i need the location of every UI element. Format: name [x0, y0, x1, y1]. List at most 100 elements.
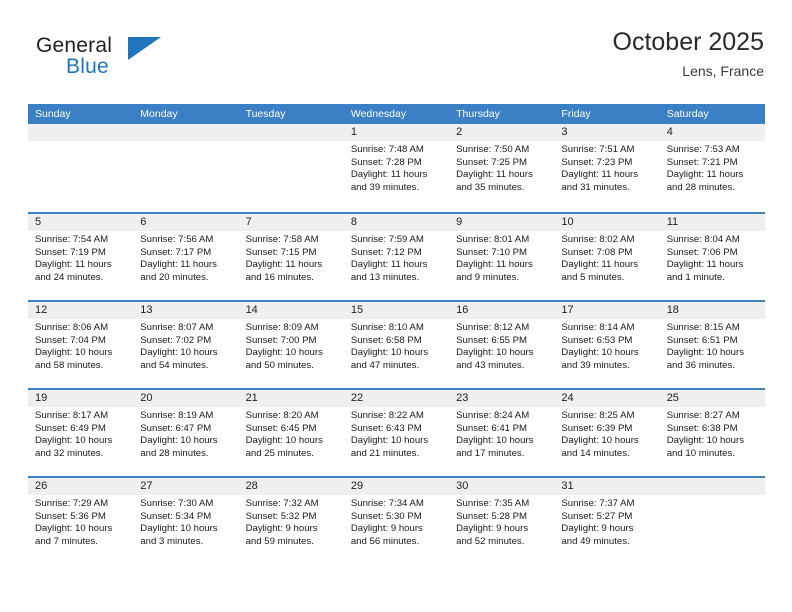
- calendar-day-cell[interactable]: 12 Sunrise: 8:06 AM Sunset: 7:04 PM Dayligh…: [28, 302, 134, 388]
- day-number: 22: [343, 390, 450, 407]
- calendar-day-cell[interactable]: 31 Sunrise: 7:37 AM Sunset: 5:27 PM Dayligh…: [554, 478, 660, 564]
- day-number: 16: [449, 302, 555, 319]
- sunset-time: Sunset: 7:00 PM: [245, 334, 317, 346]
- sunset-time: Sunset: 7:04 PM: [35, 334, 106, 346]
- sunrise-time: Sunrise: 7:32 AM: [245, 498, 319, 509]
- day-sun-info: Sunrise: 8:27 AM Sunset: 6:38 PM Daylight:…: [660, 407, 765, 460]
- daylight-duration-line1: Daylight: 10 hours: [456, 347, 534, 359]
- sunset-time: Sunset: 7:28 PM: [350, 156, 422, 168]
- daylight-duration-line2: and 13 minutes.: [350, 271, 420, 283]
- daylight-duration-line2: and 25 minutes.: [245, 447, 314, 459]
- calendar-day-cell[interactable]: 19 Sunrise: 8:17 AM Sunset: 6:49 PM Dayligh…: [28, 390, 134, 476]
- daylight-duration-line2: and 5 minutes.: [561, 271, 625, 283]
- daylight-duration-line1: Daylight: 11 hours: [350, 259, 428, 271]
- daylight-duration-line2: and 58 minutes.: [35, 359, 104, 371]
- calendar-day-cell[interactable]: 17 Sunrise: 8:14 AM Sunset: 6:53 PM Dayligh…: [554, 302, 660, 388]
- calendar-day-cell[interactable]: 9 Sunrise: 8:01 AM Sunset: 7:10 PM Daylight…: [449, 214, 555, 300]
- calendar-day-cell[interactable]: 27 Sunrise: 7:30 AM Sunset: 5:34 PM Dayligh…: [133, 478, 239, 564]
- daylight-duration-line1: Daylight: 11 hours: [456, 169, 533, 181]
- day-number: 8: [343, 214, 450, 231]
- daylight-duration-line2: and 1 minute.: [666, 271, 725, 283]
- sunrise-time: Sunrise: 8:25 AM: [561, 410, 635, 421]
- sunrise-time: Sunrise: 8:01 AM: [456, 234, 530, 245]
- sunrise-time: Sunrise: 8:19 AM: [140, 410, 214, 421]
- calendar-day-cell[interactable]: 2 Sunrise: 7:50 AM Sunset: 7:25 PM Daylight…: [449, 124, 555, 212]
- calendar-day-cell[interactable]: 21 Sunrise: 8:20 AM Sunset: 6:45 PM Dayligh…: [238, 390, 344, 476]
- sunset-time: Sunset: 7:15 PM: [245, 246, 317, 258]
- calendar-week-row: 26 Sunrise: 7:29 AM Sunset: 5:36 PM Dayligh…: [28, 476, 765, 564]
- daylight-duration-line1: Daylight: 10 hours: [245, 347, 323, 359]
- calendar-day-cell[interactable]: 15 Sunrise: 8:10 AM Sunset: 6:58 PM Dayligh…: [343, 302, 450, 388]
- calendar-day-cell[interactable]: 14 Sunrise: 8:09 AM Sunset: 7:00 PM Dayligh…: [238, 302, 344, 388]
- daylight-duration-line1: Daylight: 10 hours: [140, 435, 218, 447]
- calendar-day-cell[interactable]: 28 Sunrise: 7:32 AM Sunset: 5:32 PM Dayligh…: [238, 478, 344, 564]
- daylight-duration-line1: Daylight: 10 hours: [35, 523, 113, 535]
- day-number: 13: [133, 302, 239, 319]
- calendar-day-cell[interactable]: 25 Sunrise: 8:27 AM Sunset: 6:38 PM Dayligh…: [659, 390, 765, 476]
- daylight-duration-line1: Daylight: 11 hours: [245, 259, 323, 271]
- sunrise-time: Sunrise: 8:09 AM: [245, 322, 319, 333]
- calendar-day-cell[interactable]: 3 Sunrise: 7:51 AM Sunset: 7:23 PM Daylight…: [554, 124, 660, 212]
- day-sun-info: Sunrise: 7:50 AM Sunset: 7:25 PM Daylight:…: [449, 141, 554, 194]
- general-blue-logo: General Blue: [36, 34, 216, 90]
- sunset-time: Sunset: 5:32 PM: [245, 510, 317, 522]
- daylight-duration-line2: and 43 minutes.: [456, 359, 525, 371]
- sunrise-time: Sunrise: 7:34 AM: [350, 498, 424, 509]
- daylight-duration-line2: and 9 minutes.: [456, 271, 520, 283]
- sunrise-time: Sunrise: 8:15 AM: [666, 322, 740, 333]
- day-sun-info: Sunrise: 7:32 AM Sunset: 5:32 PM Daylight:…: [239, 495, 344, 548]
- daylight-duration-line2: and 54 minutes.: [140, 359, 209, 371]
- sunset-time: Sunset: 7:12 PM: [350, 246, 422, 258]
- day-sun-info: Sunrise: 7:59 AM Sunset: 7:12 PM Daylight:…: [344, 231, 449, 284]
- day-number: 31: [554, 478, 660, 495]
- day-sun-info: Sunrise: 8:02 AM Sunset: 7:08 PM Daylight:…: [554, 231, 659, 284]
- day-number: 21: [238, 390, 344, 407]
- sunset-time: Sunset: 7:17 PM: [140, 246, 212, 258]
- calendar-day-cell[interactable]: 26 Sunrise: 7:29 AM Sunset: 5:36 PM Dayligh…: [28, 478, 134, 564]
- calendar-page: General Blue October 2025 Lens, France S…: [0, 0, 792, 612]
- weekday-header-row: Sunday Monday Tuesday Wednesday Thursday…: [28, 104, 765, 124]
- day-sun-info: Sunrise: 8:09 AM Sunset: 7:00 PM Daylight:…: [239, 319, 344, 372]
- sunset-time: Sunset: 5:30 PM: [350, 510, 422, 522]
- daylight-duration-line2: and 47 minutes.: [350, 359, 420, 371]
- day-number: 27: [133, 478, 239, 495]
- day-sun-info: Sunrise: 7:37 AM Sunset: 5:27 PM Daylight:…: [554, 495, 659, 548]
- sunrise-time: Sunrise: 7:48 AM: [350, 144, 424, 155]
- calendar-day-cell[interactable]: 22 Sunrise: 8:22 AM Sunset: 6:43 PM Dayligh…: [343, 390, 450, 476]
- calendar-day-cell[interactable]: 29 Sunrise: 7:34 AM Sunset: 5:30 PM Dayligh…: [343, 478, 450, 564]
- day-number: [659, 478, 765, 495]
- calendar-day-cell[interactable]: 8 Sunrise: 7:59 AM Sunset: 7:12 PM Daylight…: [343, 214, 450, 300]
- calendar-day-cell[interactable]: 24 Sunrise: 8:25 AM Sunset: 6:39 PM Dayligh…: [554, 390, 660, 476]
- daylight-duration-line1: Daylight: 10 hours: [561, 347, 639, 359]
- sunset-time: Sunset: 7:10 PM: [456, 246, 528, 258]
- page-subtitle: Lens, France: [682, 63, 764, 79]
- calendar-day-cell[interactable]: 18 Sunrise: 8:15 AM Sunset: 6:51 PM Dayligh…: [659, 302, 765, 388]
- sunrise-time: Sunrise: 7:53 AM: [666, 144, 740, 155]
- daylight-duration-line1: Daylight: 9 hours: [561, 523, 634, 535]
- calendar-day-cell[interactable]: 4 Sunrise: 7:53 AM Sunset: 7:21 PM Daylight…: [659, 124, 765, 212]
- day-number: 11: [659, 214, 765, 231]
- calendar-day-cell[interactable]: 30 Sunrise: 7:35 AM Sunset: 5:28 PM Dayligh…: [449, 478, 555, 564]
- calendar-day-cell[interactable]: 7 Sunrise: 7:58 AM Sunset: 7:15 PM Daylight…: [238, 214, 344, 300]
- calendar-day-cell[interactable]: 10 Sunrise: 8:02 AM Sunset: 7:08 PM Dayligh…: [554, 214, 660, 300]
- calendar-day-cell[interactable]: 6 Sunrise: 7:56 AM Sunset: 7:17 PM Daylight…: [133, 214, 239, 300]
- calendar-day-cell[interactable]: 20 Sunrise: 8:19 AM Sunset: 6:47 PM Dayligh…: [133, 390, 239, 476]
- daylight-duration-line2: and 28 minutes.: [666, 181, 735, 193]
- day-sun-info: Sunrise: 7:53 AM Sunset: 7:21 PM Daylight:…: [660, 141, 765, 194]
- daylight-duration-line2: and 10 minutes.: [666, 447, 735, 459]
- sunset-time: Sunset: 7:23 PM: [561, 156, 633, 168]
- day-number: 4: [659, 124, 765, 141]
- calendar-day-cell[interactable]: 23 Sunrise: 8:24 AM Sunset: 6:41 PM Dayligh…: [449, 390, 555, 476]
- daylight-duration-line1: Daylight: 10 hours: [35, 347, 113, 359]
- day-number: [133, 124, 239, 141]
- calendar-day-cell[interactable]: 5 Sunrise: 7:54 AM Sunset: 7:19 PM Daylight…: [28, 214, 134, 300]
- calendar-day-cell[interactable]: 13 Sunrise: 8:07 AM Sunset: 7:02 PM Dayligh…: [133, 302, 239, 388]
- calendar-day-cell[interactable]: 11 Sunrise: 8:04 AM Sunset: 7:06 PM Dayligh…: [659, 214, 765, 300]
- calendar-day-cell[interactable]: 16 Sunrise: 8:12 AM Sunset: 6:55 PM Dayligh…: [449, 302, 555, 388]
- sunrise-time: Sunrise: 7:51 AM: [561, 144, 635, 155]
- daylight-duration-line1: Daylight: 9 hours: [350, 523, 423, 535]
- day-number: 6: [133, 214, 239, 231]
- sunrise-time: Sunrise: 8:06 AM: [35, 322, 109, 333]
- calendar-day-cell[interactable]: 1 Sunrise: 7:48 AM Sunset: 7:28 PM Daylight…: [343, 124, 450, 212]
- day-sun-info: Sunrise: 7:34 AM Sunset: 5:30 PM Daylight:…: [344, 495, 449, 548]
